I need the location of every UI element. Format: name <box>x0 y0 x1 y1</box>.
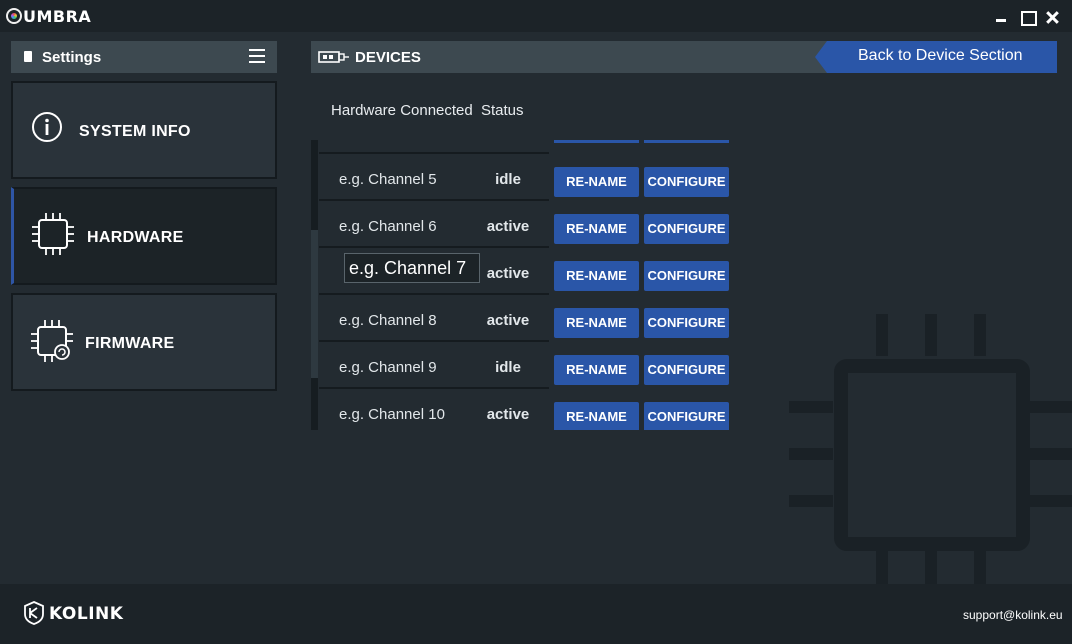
channel-name: e.g. Channel 5 <box>339 171 437 188</box>
support-email[interactable]: support@kolink.eu <box>963 608 1063 622</box>
usb-icon <box>318 51 349 63</box>
channel-name: e.g. Channel 9 <box>339 359 437 376</box>
column-header-status: Status <box>481 102 524 119</box>
configure-button[interactable]: CONFIGURE <box>644 167 729 197</box>
table-row: e.g. Channel 6 active RE-NAME CONFIGURE <box>319 201 739 248</box>
partial-configure-button[interactable] <box>644 140 729 143</box>
minimize-button[interactable] <box>993 6 1011 26</box>
table-row: e.g. Channel 10 active RE-NAME CONFIGURE <box>319 389 739 430</box>
chip-refresh-icon <box>31 320 73 362</box>
sidebar-title: Settings <box>42 49 102 66</box>
channel-status: idle <box>495 171 521 188</box>
channel-name: e.g. Channel 8 <box>339 312 437 329</box>
table-row: e.g. Channel 9 idle RE-NAME CONFIGURE <box>319 342 739 389</box>
devices-table: e.g. Channel 5 idle RE-NAME CONFIGURE e.… <box>311 140 741 430</box>
channel-status: active <box>486 265 530 282</box>
channel-status: active <box>486 406 530 423</box>
devices-title: DEVICES <box>355 49 421 66</box>
close-button[interactable] <box>1043 6 1061 26</box>
table-row: e.g. Channel 8 active RE-NAME CONFIGURE <box>319 295 739 342</box>
back-to-device-section-button[interactable]: Back to Device Section <box>815 41 1057 73</box>
sidebar-item-label: SYSTEM INFO <box>79 123 191 140</box>
configure-button[interactable]: CONFIGURE <box>644 355 729 385</box>
channel-name: e.g. Channel 6 <box>339 218 437 235</box>
maximize-button[interactable] <box>1018 6 1037 26</box>
rename-button[interactable]: RE-NAME <box>554 308 639 338</box>
menu-icon[interactable] <box>249 49 265 64</box>
configure-button[interactable]: CONFIGURE <box>644 308 729 338</box>
sidebar-item-firmware[interactable]: FIRMWARE <box>11 293 277 391</box>
back-button-label: Back to Device Section <box>858 47 1023 64</box>
channel-status: active <box>486 218 530 235</box>
configure-button[interactable]: CONFIGURE <box>644 214 729 244</box>
sidebar-item-hardware[interactable]: HARDWARE <box>11 187 277 285</box>
channel-status: active <box>486 312 530 329</box>
channel-name-input[interactable] <box>344 253 480 283</box>
rename-button[interactable]: RE-NAME <box>554 261 639 291</box>
rename-button[interactable]: RE-NAME <box>554 402 639 430</box>
sidebar-item-system-info[interactable]: SYSTEM INFO <box>11 81 277 179</box>
rename-button[interactable]: RE-NAME <box>554 355 639 385</box>
column-header-hardware: Hardware Connected <box>331 102 473 119</box>
configure-button[interactable]: CONFIGURE <box>644 402 729 430</box>
kolink-logo-icon <box>24 601 44 625</box>
sidebar-item-label: FIRMWARE <box>85 335 175 352</box>
chip-icon <box>32 213 74 255</box>
rename-button[interactable]: RE-NAME <box>554 214 639 244</box>
channel-name: e.g. Channel 10 <box>339 406 445 423</box>
table-row: e.g. Channel 5 idle RE-NAME CONFIGURE <box>319 154 739 201</box>
configure-button[interactable]: CONFIGURE <box>644 261 729 291</box>
app-logo: UMBRA <box>6 6 91 26</box>
background-chip-icon <box>789 314 1072 584</box>
sidebar-item-label: HARDWARE <box>87 229 184 246</box>
brand-logo-text: KOLINK <box>49 604 124 624</box>
title-bar: UMBRA <box>0 0 1072 32</box>
footer: KOLINK support@kolink.eu <box>0 584 1072 644</box>
settings-doc-icon <box>24 51 32 62</box>
sidebar-header: Settings <box>11 41 277 73</box>
umbra-logo-icon <box>6 8 22 24</box>
rename-button[interactable]: RE-NAME <box>554 167 639 197</box>
channel-status: idle <box>495 359 521 376</box>
table-scrollbar-thumb[interactable] <box>311 230 318 378</box>
app-title: UMBRA <box>23 6 92 26</box>
partial-rename-button[interactable] <box>554 140 639 143</box>
info-icon <box>32 112 62 142</box>
table-row: active RE-NAME CONFIGURE <box>319 248 739 295</box>
